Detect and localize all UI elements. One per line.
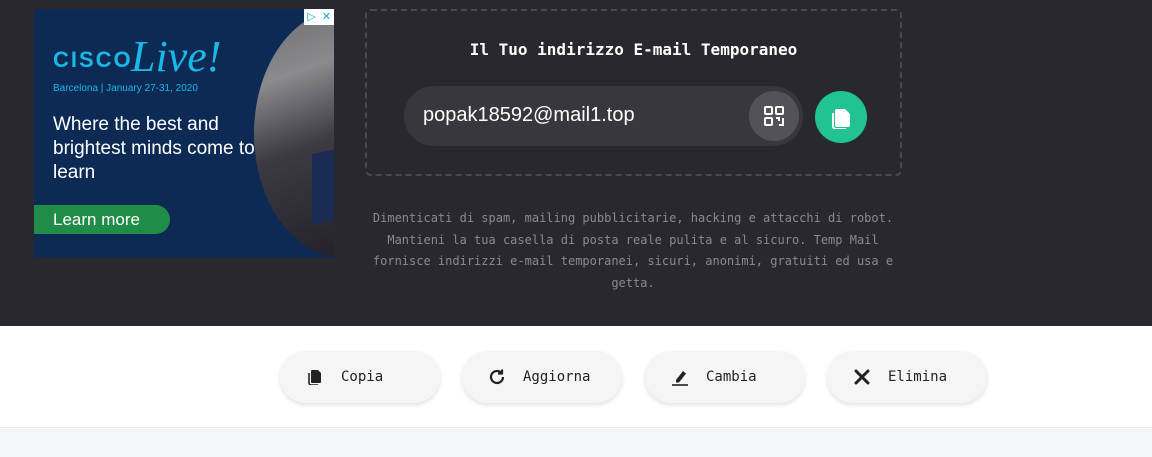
ad-brand-logo: CISCO [53, 47, 133, 72]
refresh-button[interactable]: Aggiorna [462, 351, 622, 403]
adchoices-icon[interactable]: ▷ [304, 9, 319, 25]
email-address-field[interactable]: popak18592@mail1.top [404, 86, 803, 146]
email-address-value[interactable]: popak18592@mail1.top [423, 104, 635, 127]
copy-button-label: Copia [341, 369, 384, 385]
copy-button[interactable]: Copia [280, 351, 440, 403]
hero-section: CISCO Live! Barcelona | January 27-31, 2… [0, 0, 1152, 326]
edit-icon [671, 368, 689, 386]
action-toolbar: Copia Aggiorna Cambia Elimina [0, 326, 1152, 428]
ad-banner[interactable]: CISCO Live! Barcelona | January 27-31, 2… [34, 9, 334, 258]
ad-event-info: Barcelona | January 27-31, 2020 [53, 83, 198, 94]
copy-icon [832, 109, 850, 129]
delete-button-label: Elimina [888, 369, 948, 385]
ad-photo [254, 9, 334, 258]
copy-icon [306, 368, 324, 386]
ad-learn-more-button[interactable]: Learn more [34, 205, 170, 234]
email-box-title: Il Tuo indirizzo E-mail Temporaneo [469, 40, 798, 59]
refresh-button-label: Aggiorna [523, 369, 591, 385]
temp-email-box: Il Tuo indirizzo E-mail Temporaneo popak… [365, 9, 902, 176]
service-description: Dimenticati di spam, mailing pubblicitar… [372, 211, 894, 290]
refresh-icon [488, 368, 506, 386]
delete-button[interactable]: Elimina [827, 351, 987, 403]
qr-code-button[interactable] [749, 91, 799, 141]
qr-code-icon [764, 106, 784, 126]
copy-email-button[interactable] [815, 91, 867, 143]
ad-badge[interactable]: ▷ ✕ [304, 9, 334, 25]
change-button-label: Cambia [706, 369, 757, 385]
ad-headline: Where the best and brightest minds come … [53, 114, 255, 183]
change-button[interactable]: Cambia [645, 351, 805, 403]
ad-brand-script: Live! [131, 32, 222, 81]
close-icon[interactable]: ✕ [319, 9, 334, 25]
close-icon [853, 368, 871, 386]
